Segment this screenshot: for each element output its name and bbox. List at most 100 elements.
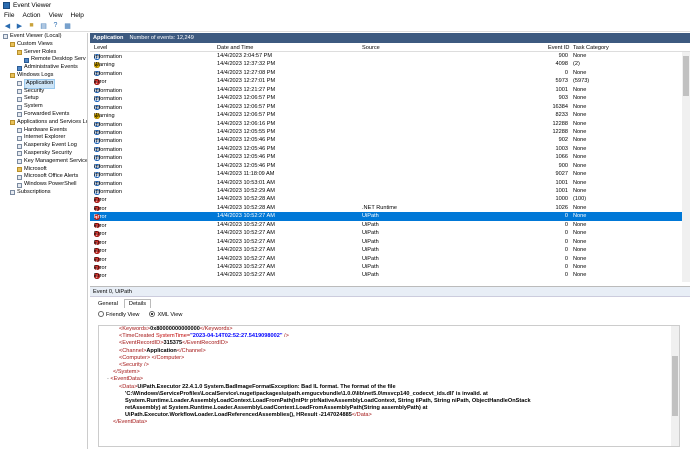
column-event-id[interactable]: Event ID [548,45,569,51]
table-row[interactable]: i Information 14/4/2023 2:04:57 PM 900 None [90,52,690,60]
column-headers: Level Date and Time Source Event ID Task… [90,43,690,52]
tree-item[interactable]: Windows PowerShell [0,181,87,189]
table-row[interactable]: i Information 14/4/2023 12:05:55 PM 12288 No… [90,128,690,136]
table-row[interactable]: i Information 14/4/2023 11:18:09 AM 9027 Non… [90,170,690,178]
table-row[interactable]: ! Error 14/4/2023 10:52:27 AM UiPath 0 None [90,263,690,271]
tab-general[interactable]: General [94,300,122,308]
tree-item-label: Kaspersky Event Log [24,142,77,149]
column-task-category[interactable]: Task Category [573,45,609,51]
table-row[interactable]: ! Error 14/4/2023 10:52:27 AM UiPath 0 None [90,271,690,279]
row-task-category: None [573,238,587,245]
column-date[interactable]: Date and Time [217,45,253,51]
tree-item[interactable]: Event Viewer (Local) [0,33,87,41]
table-row[interactable]: i Information 14/4/2023 12:21:27 PM 1001 Non… [90,86,690,94]
tree-item[interactable]: Setup [0,95,87,103]
menu-help[interactable]: Help [71,12,84,19]
tree-item[interactable]: System [0,103,87,111]
row-date: 14/4/2023 10:52:27 AM [217,255,275,262]
column-source[interactable]: Source [362,45,380,51]
row-level-text: Error [94,222,107,229]
tab-details[interactable]: Details [123,299,152,308]
tree-item[interactable]: Custom Views [0,41,87,49]
tree-item[interactable]: Security [0,88,87,96]
tree-item[interactable]: Hardware Events [0,127,87,135]
xml-line: <Data>UiPath.Executor 22.4.1.0 System.Ba… [99,384,679,391]
forward-icon[interactable]: ▶ [15,21,24,30]
table-row[interactable]: i Information 14/4/2023 12:05:46 PM 900 None [90,162,690,170]
event-rows: i Information 14/4/2023 2:04:57 PM 900 None!… [90,52,690,282]
xml-attr-name: SystemTime [155,333,187,340]
table-row[interactable]: ! Error 14/4/2023 10:52:27 AM UiPath 0 None [90,255,690,263]
row-level-text: Warning [94,62,115,69]
table-row[interactable]: ! Error 14/4/2023 12:27:01 PM 5973 (5973) [90,77,690,85]
table-row[interactable]: ! Warning 14/4/2023 12:37:32 PM 4098 (2) [90,60,690,68]
table-row[interactable]: i Information 14/4/2023 10:52:29 AM 1001 Non… [90,187,690,195]
column-level[interactable]: Level [94,45,107,51]
table-row[interactable]: i Information 14/4/2023 12:05:46 PM 1003 Non… [90,145,690,153]
back-icon[interactable]: ◀ [3,21,12,30]
row-date: 14/4/2023 10:52:27 AM [217,247,275,254]
row-event-id: 0 [564,255,568,262]
tree-item[interactable]: Microsoft Office Alerts [0,173,87,181]
table-row[interactable]: i Information 14/4/2023 12:06:16 PM 12288 No… [90,120,690,128]
row-task-category: None [573,213,587,220]
menu-file[interactable]: File [4,12,14,19]
xml-view-option[interactable]: XML View [149,310,182,318]
table-row[interactable]: ! Error 14/4/2023 10:52:28 AM 1000 (100) [90,195,690,203]
xml-line: </System> [99,369,679,376]
tree-item[interactable]: Applications and Services Lo [0,119,87,127]
scroll-thumb[interactable] [683,56,689,96]
tree-item[interactable]: Administrative Events [0,64,87,72]
table-row[interactable]: i Information 14/4/2023 12:05:46 PM 902 None [90,136,690,144]
table-row[interactable]: i Information 14/4/2023 12:06:57 PM 903 None [90,94,690,102]
xml-scrollbar[interactable] [671,326,679,446]
row-level-text: Information [94,189,122,195]
tree-item[interactable]: Internet Explorer [0,134,87,142]
panel-icon[interactable]: ▦ [63,21,72,30]
properties-icon[interactable]: ▤ [39,21,48,30]
friendly-view-option[interactable]: Friendly View [98,310,139,318]
row-level-text: Information [94,163,122,170]
xml-close-tag: /> [282,333,289,340]
tree-item[interactable]: Server Roles [0,49,87,57]
row-date: 14/4/2023 2:04:57 PM [217,53,273,59]
folder-icon [17,166,22,172]
row-event-id: 903 [558,95,568,102]
xml-view-radio[interactable] [149,310,156,317]
table-row[interactable]: ! Warning 14/4/2023 12:06:57 PM 8233 None [90,111,690,119]
table-row[interactable]: ! Error 14/4/2023 10:52:27 AM UiPath 0 None [90,212,690,221]
tree-item-label: Applications and Services Lo [17,118,88,125]
tree-item[interactable]: Remote Desktop Serv [0,56,87,64]
table-row[interactable]: ! Error 14/4/2023 10:52:27 AM UiPath 0 None [90,221,690,229]
tree-item[interactable]: Subscriptions [0,189,87,197]
row-date: 14/4/2023 12:05:55 PM [217,128,276,135]
help-icon[interactable]: ? [51,21,60,30]
tree-item[interactable]: Forwarded Events [0,111,87,119]
tree-item[interactable]: Application [0,78,87,89]
tree-item[interactable]: Key Management Service [0,158,87,166]
tree-item[interactable]: Kaspersky Security [0,150,87,158]
menu-view[interactable]: View [49,12,63,19]
table-row[interactable]: i Information 14/4/2023 12:27:08 PM 0 None [90,69,690,77]
event-list-scrollbar[interactable] [682,52,690,282]
friendly-view-radio[interactable] [98,310,104,317]
xml-scroll-thumb[interactable] [672,356,678,416]
tree-item[interactable]: Microsoft [0,166,87,174]
table-row[interactable]: i Information 14/4/2023 12:05:46 PM 1066 Non… [90,153,690,161]
xml-content[interactable]: <Keywords>0x80000000000000</Keywords> <Ti… [98,325,680,447]
table-row[interactable]: ! Error 14/4/2023 10:52:27 AM UiPath 0 None [90,246,690,254]
table-row[interactable]: ! Error 14/4/2023 10:52:27 AM UiPath 0 None [90,238,690,246]
log-icon [17,104,22,110]
row-level-text: Information [94,129,122,136]
row-source: UiPath [362,272,379,279]
folder-icon[interactable]: ■ [27,21,36,30]
row-event-id: 16384 [552,103,568,110]
xml-line: <Channel>Application</Channel> [99,348,679,355]
tree-item[interactable]: Kaspersky Event Log [0,142,87,150]
xml-open-tag: <TimeCreated [119,333,156,340]
menu-action[interactable]: Action [22,12,40,19]
table-row[interactable]: ! Error 14/4/2023 10:52:27 AM UiPath 0 None [90,229,690,237]
table-row[interactable]: i Information 14/4/2023 10:53:01 AM 1001 Non… [90,179,690,187]
table-row[interactable]: i Information 14/4/2023 12:06:57 PM 16384 No… [90,103,690,111]
table-row[interactable]: ! Error 14/4/2023 10:52:28 AM .NET Runtime 1… [90,204,690,212]
